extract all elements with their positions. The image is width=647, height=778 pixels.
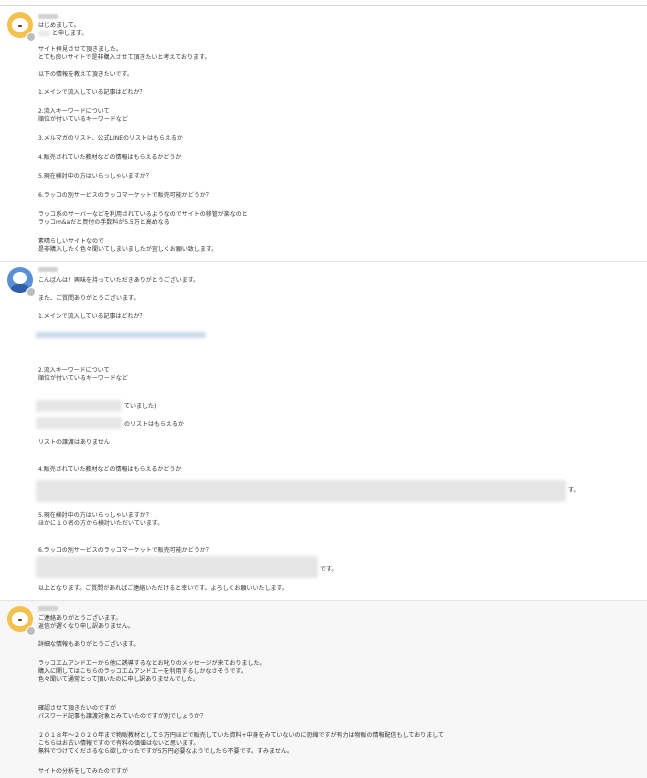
message-line: サイト拝見させて頂きました。: [38, 46, 123, 53]
verified-badge-icon: [26, 287, 36, 297]
message-line: ラッコm&aだと買付の手数料が5.5万と高めなる: [38, 219, 170, 226]
message-3: ご連絡ありがとうございます。 返信が遅くなり申し訳ありません。 詳細な情報もあり…: [0, 601, 647, 778]
sender-name-redacted: [38, 606, 58, 611]
message-line: 4.販売されていた教材などの情報はもらえるかどうか: [38, 466, 182, 473]
message-line: 順位が付いているキーワードなど: [38, 375, 128, 382]
message-line: ２０１８年～２０２０年まで物販教材として５万円ほどで販売していた資料+中身をみて…: [38, 732, 445, 739]
message-line: また、ご質問ありがとうございます。: [38, 295, 140, 302]
message-line: とても良いサイトで是非購入させて頂きたいと考えております。: [38, 54, 211, 61]
message-line: ほかに１０名の方から検討いただいています。: [38, 520, 164, 527]
message-line: 以下の情報を教えて頂きたいです。: [38, 71, 133, 78]
top-divider: [0, 5, 647, 6]
message-line: 返信が遅くなり申し訳ありません。: [38, 623, 134, 630]
message-line: リストの譲渡はありません: [38, 439, 110, 446]
message-line: 5.現在検討中の方はいらっしゃいますか？: [38, 512, 152, 519]
message-line: 色々聞いて通常とって頂いたのに申し訳ありませんでした。: [38, 676, 199, 683]
message-line: 4.販売されていた教材などの情報はもらえるかどうか: [38, 154, 182, 161]
verified-badge-icon: [26, 626, 36, 636]
message-line: こんばんは！興味を持っていただきありがとうございます。: [38, 277, 200, 284]
redacted-text: [36, 417, 122, 429]
message-line: と申します。: [52, 30, 88, 37]
message-line: 2.流入キーワードについて: [38, 108, 110, 115]
message-line: サイトの分析をしてみたのですが: [38, 768, 128, 775]
message-2: こんばんは！興味を持っていただきありがとうございます。 また、ご質問ありがとうご…: [0, 262, 647, 599]
message-1: はじめまして。 と申します。 サイト拝見させて頂きました。 とても良いサイトで是…: [0, 7, 647, 260]
message-line: 無料でつけてくださるなら欲しかったですが5万円必要なようでしたら不要です。すみま…: [38, 748, 293, 755]
message-line: ていました): [124, 403, 157, 410]
message-line: のリストはもらえるか: [124, 421, 184, 428]
message-line: 6.ラッコの別サービスのラッコマーケットで販売可能かどうか？: [38, 192, 212, 199]
redacted-name: [38, 31, 50, 36]
message-line: ラッコ系のサーバーなどを利用されているようなのでサイトの移管が楽なのと: [38, 211, 248, 218]
verified-badge-icon: [26, 32, 36, 42]
message-line: 詳細な情報もありがとうございます。: [38, 641, 140, 648]
message-line: 1.メインで流入している記事はどれか？: [38, 313, 146, 320]
message-line: はじめまして。: [38, 22, 80, 29]
message-line: 購入に関してはこちらのラッコエムアンドエーを利用するしかなさそうです。: [38, 668, 247, 675]
redacted-text: [36, 400, 122, 412]
message-line: 2.流入キーワードについて: [38, 367, 110, 374]
message-line: 是非購入したく色々聞いてしまいましたが宜しくお願い致します。: [38, 246, 218, 253]
redacted-link: [36, 332, 206, 338]
message-line: 以上となります。ご質問があればご連絡いただけると幸いです。よろしくお願いいたしま…: [38, 585, 288, 592]
message-line: 素晴らしいサイトなので: [38, 238, 105, 245]
message-line: ラッコエムアンドエーから他に誘導するなとお叱りのメッセージが来ておりました。: [38, 660, 266, 667]
message-line: 1.メインで流入している記事はどれか？: [38, 89, 146, 96]
message-line: 3.メルマガのリスト、公式LINEのリストはもらえるか: [38, 135, 183, 142]
message-line: です。: [320, 566, 338, 573]
message-line: ご連絡ありがとうございます。: [38, 615, 122, 622]
sender-name-redacted: [38, 267, 58, 272]
redacted-text: [36, 556, 318, 578]
message-line: 確認させて頂きたいのですが: [38, 705, 117, 712]
message-line: 順位が付いているキーワードなど: [38, 116, 128, 123]
redacted-text: [36, 480, 566, 502]
message-line: す。: [568, 487, 580, 494]
message-line: こちらはお古い情報ですので有料の価値はないと思います。: [38, 740, 200, 747]
message-line: パスワード記事も譲渡対象とみていたのですが別でしょうか？: [38, 713, 207, 720]
sender-name-redacted: [38, 14, 58, 19]
message-line: 6.ラッコの別サービスのラッコマーケットで販売可能かどうか？: [38, 547, 212, 554]
message-line: 5.現在検討中の方はいらっしゃいますか？: [38, 173, 152, 180]
